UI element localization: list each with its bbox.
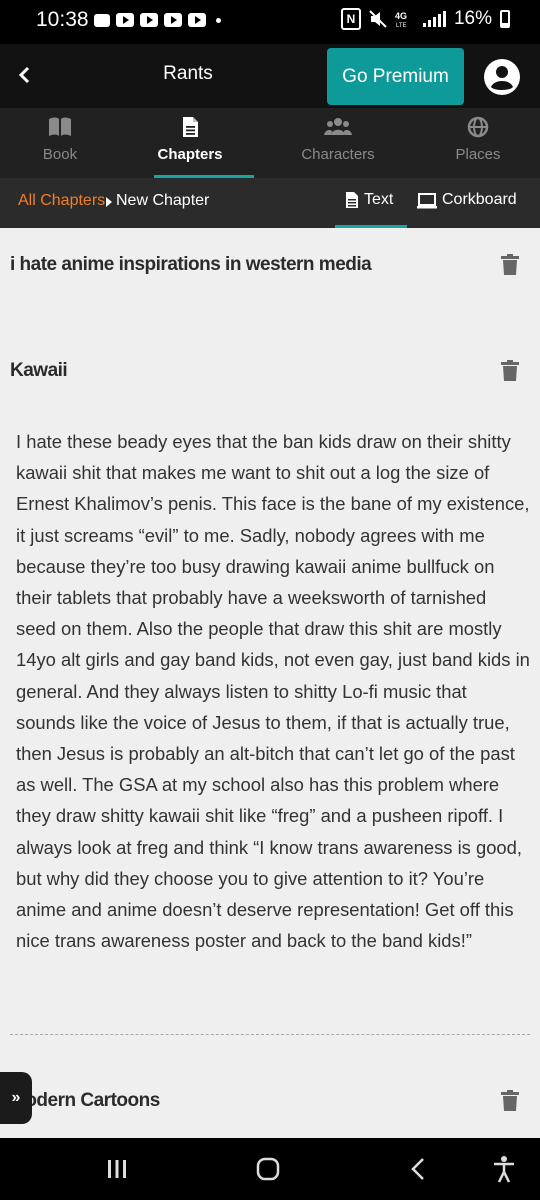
youtube-notification-icon bbox=[164, 13, 182, 27]
trash-icon[interactable] bbox=[500, 360, 520, 382]
status-time: 10:38 bbox=[36, 8, 89, 31]
lte-icon: 4G LTE bbox=[395, 11, 407, 28]
battery-icon bbox=[500, 10, 510, 28]
more-notifications-icon bbox=[216, 17, 221, 23]
notification-icons bbox=[94, 13, 221, 27]
trash-icon[interactable] bbox=[500, 254, 520, 276]
main-tabs: Book Chapters Characters Places bbox=[0, 108, 540, 178]
document-icon bbox=[346, 192, 358, 208]
tab-chapters[interactable]: Chapters bbox=[130, 108, 250, 178]
section-title[interactable]: Kawaii bbox=[10, 360, 68, 382]
nfc-icon: N bbox=[340, 8, 361, 30]
recent-apps-icon[interactable] bbox=[102, 1154, 132, 1184]
battery-percent: 16% bbox=[453, 8, 492, 29]
expand-panel-button[interactable]: » bbox=[0, 1072, 32, 1124]
account-icon[interactable] bbox=[483, 58, 521, 96]
text-view-button[interactable]: Text bbox=[336, 178, 407, 228]
tab-label: Book bbox=[42, 146, 78, 163]
accessibility-icon[interactable] bbox=[489, 1154, 519, 1184]
text-view-label: Text bbox=[364, 191, 394, 208]
corkboard-view-label: Corkboard bbox=[442, 191, 517, 208]
tab-label: Places bbox=[455, 146, 501, 163]
section-body-text[interactable]: I hate these beady eyes that the ban kid… bbox=[16, 426, 530, 956]
globe-icon bbox=[467, 116, 489, 138]
laptop-icon bbox=[417, 193, 437, 209]
youtube-notification-icon bbox=[116, 13, 134, 27]
breadcrumb-arrow-icon bbox=[106, 197, 112, 207]
breadcrumb-all-chapters[interactable]: All Chapters bbox=[18, 192, 105, 210]
corkboard-view-button[interactable]: Corkboard bbox=[416, 178, 526, 228]
book-icon bbox=[49, 117, 71, 136]
breadcrumb-current: New Chapter bbox=[116, 192, 210, 209]
signal-icon bbox=[422, 11, 446, 27]
section-title[interactable]: i hate anime inspirations in western med… bbox=[10, 254, 372, 276]
app-bar: Rants Go Premium bbox=[0, 44, 540, 108]
tab-book[interactable]: Book bbox=[0, 108, 120, 178]
section-title[interactable]: Modern Cartoons bbox=[10, 1090, 160, 1112]
youtube-notification-icon bbox=[188, 13, 206, 27]
svg-text:4G: 4G bbox=[395, 11, 407, 21]
page-title: Rants bbox=[163, 63, 213, 84]
mute-icon bbox=[369, 10, 387, 28]
tab-label: Characters bbox=[301, 146, 375, 163]
youtube-notification-icon bbox=[140, 13, 158, 27]
tab-label: Chapters bbox=[157, 146, 223, 163]
trash-icon[interactable] bbox=[500, 1090, 520, 1112]
tab-places[interactable]: Places bbox=[418, 108, 538, 178]
section-divider bbox=[10, 1034, 530, 1035]
chat-notification-icon bbox=[94, 13, 110, 27]
go-premium-button[interactable]: Go Premium bbox=[327, 48, 464, 105]
svg-text:LTE: LTE bbox=[396, 23, 407, 28]
home-icon[interactable] bbox=[253, 1154, 283, 1184]
status-bar: 10:38 N 4G LTE 16% bbox=[0, 0, 540, 44]
chapter-toolbar: All Chapters New Chapter Text Corkboard bbox=[0, 178, 540, 228]
tab-characters[interactable]: Characters bbox=[278, 108, 398, 178]
system-nav-bar bbox=[0, 1138, 540, 1200]
group-icon bbox=[324, 118, 352, 135]
back-nav-icon[interactable] bbox=[404, 1154, 434, 1184]
document-icon bbox=[183, 117, 198, 137]
chapter-list[interactable]: i hate anime inspirations in western med… bbox=[0, 228, 540, 1138]
